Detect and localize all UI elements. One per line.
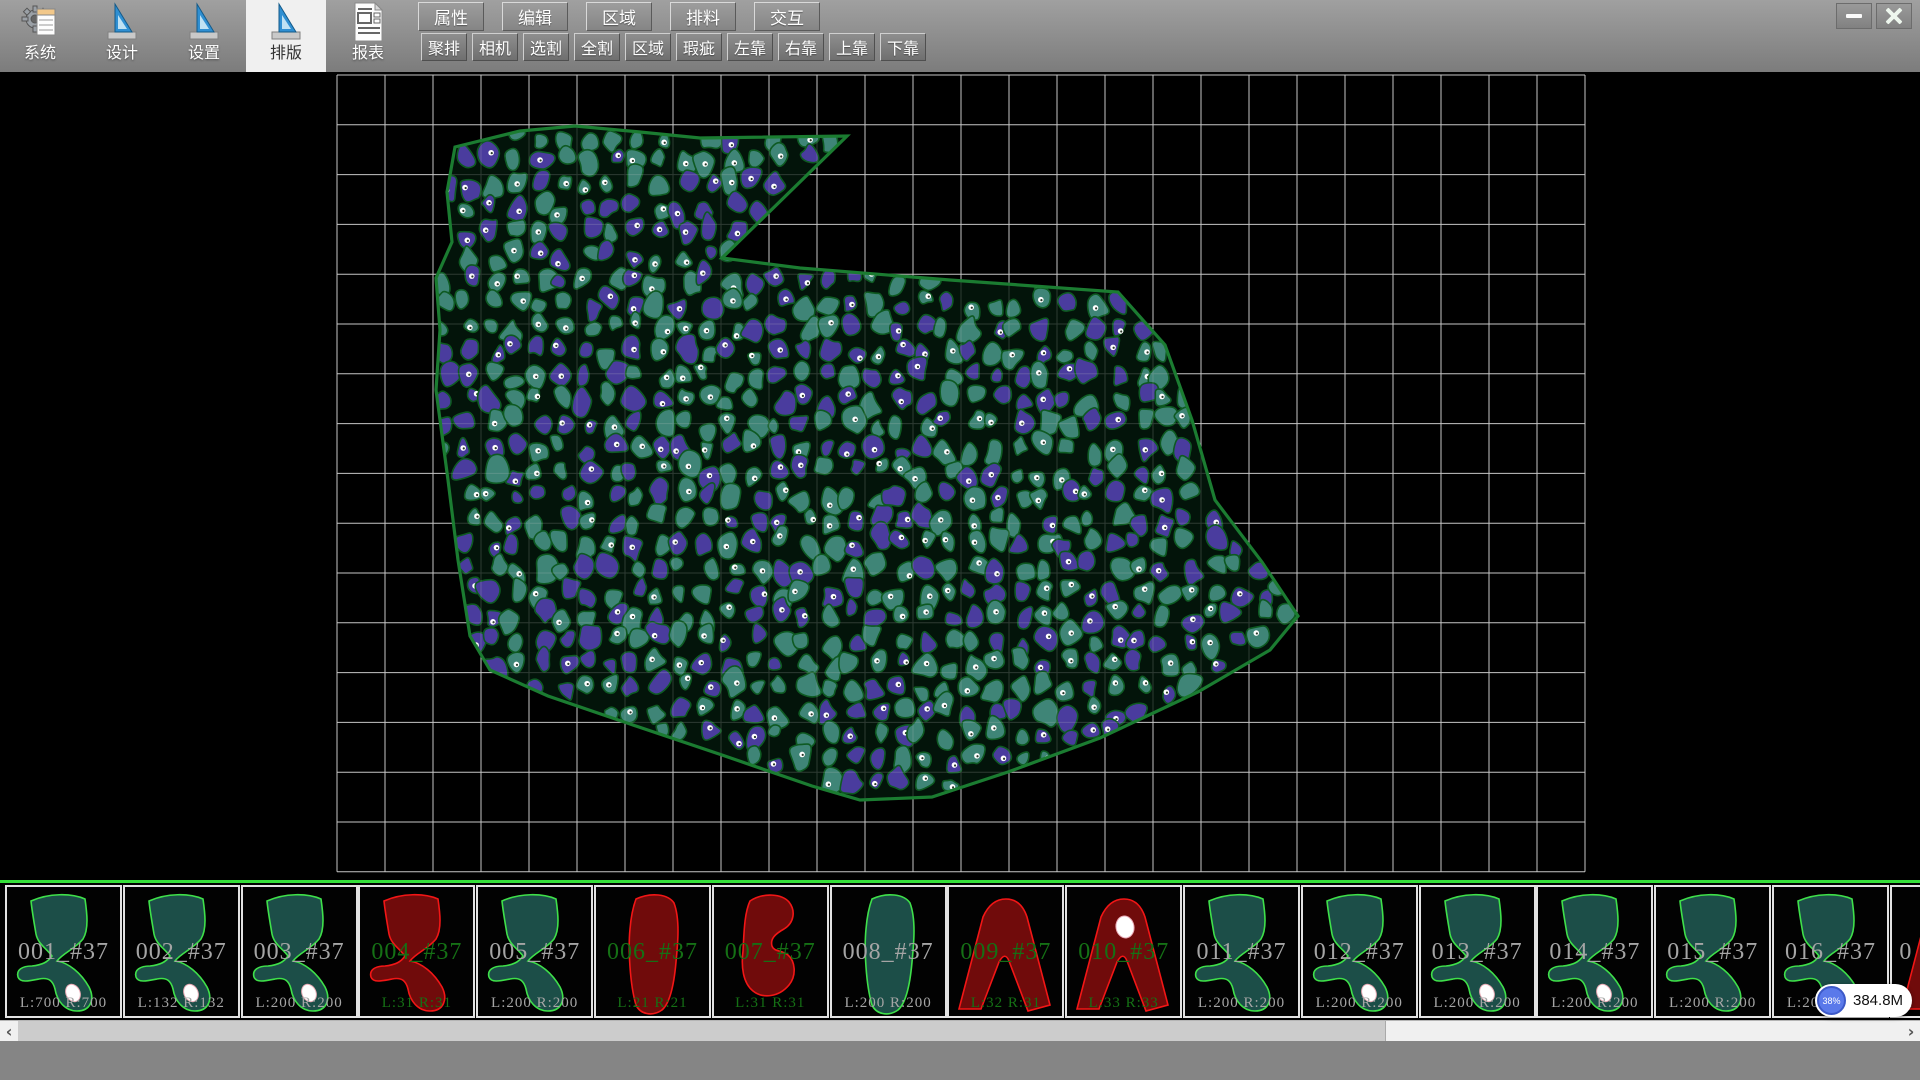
app-button-label: 设计 xyxy=(106,44,138,64)
toolbar: 系统 设计 设置 xyxy=(0,0,1920,72)
status-bar xyxy=(0,1041,1920,1080)
scroll-right-icon[interactable]: › xyxy=(1902,1021,1920,1042)
memory-value: 384.8M xyxy=(1853,992,1903,1009)
action-region[interactable]: 区域 xyxy=(625,33,671,61)
action-select-cut[interactable]: 选割 xyxy=(523,33,569,61)
piece-thumbnail-strip: 001_#37L:700 R:700002_#37L:132 R:132003_… xyxy=(0,885,1920,1018)
app-button-system[interactable]: 系统 xyxy=(0,0,80,72)
tab-edit[interactable]: 编辑 xyxy=(502,2,568,31)
thumbnail-tile[interactable]: 001_#37L:700 R:700 xyxy=(5,885,122,1018)
app-button-label: 系统 xyxy=(24,44,56,64)
memory-badge: 38% 384.8M xyxy=(1815,984,1912,1017)
action-cut-all[interactable]: 全割 xyxy=(574,33,620,61)
action-defect[interactable]: 瑕疵 xyxy=(676,33,722,61)
app-button-nesting[interactable]: 排版 xyxy=(246,0,326,72)
gear-icon xyxy=(20,0,60,44)
tab-region[interactable]: 区域 xyxy=(586,2,652,31)
thumbnail-tile[interactable]: 002_#37L:132 R:132 xyxy=(123,885,240,1018)
thumbnail-tile[interactable]: 014_#37L:200 R:200 xyxy=(1536,885,1653,1018)
action-button-row: 聚排 相机 选割 全割 区域 瑕疵 左靠 右靠 上靠 下靠 xyxy=(421,33,926,61)
action-camera[interactable]: 相机 xyxy=(472,33,518,61)
action-align-right[interactable]: 右靠 xyxy=(778,33,824,61)
strip-separator xyxy=(0,880,1920,883)
app-button-report[interactable]: 报表 xyxy=(328,0,408,72)
app-button-label: 设置 xyxy=(188,44,220,64)
thumbnail-tile[interactable]: 015_#37L:200 R:200 xyxy=(1654,885,1771,1018)
thumbnail-tile[interactable]: 008_#37L:200 R:200 xyxy=(830,885,947,1018)
report-icon xyxy=(348,0,388,44)
app-button-design[interactable]: 设计 xyxy=(82,0,162,72)
menu-tab-row: 属性 编辑 区域 排料 交互 xyxy=(418,2,820,31)
thumbnail-tile[interactable]: 011_#37L:200 R:200 xyxy=(1183,885,1300,1018)
scroll-left-icon[interactable]: ‹ xyxy=(0,1021,18,1042)
tab-properties[interactable]: 属性 xyxy=(418,2,484,31)
thumbnail-tile[interactable]: 009_#37L:32 R:31 xyxy=(947,885,1064,1018)
thumbnail-tile[interactable]: 006_#37L:21 R:21 xyxy=(594,885,711,1018)
thumbnail-tile[interactable]: 012_#37L:200 R:200 xyxy=(1301,885,1418,1018)
thumbnail-tile[interactable]: 013_#37L:200 R:200 xyxy=(1419,885,1536,1018)
thumbnail-tile[interactable]: 010_#37L:33 R:33 xyxy=(1065,885,1182,1018)
nesting-canvas[interactable] xyxy=(0,72,1920,882)
ruler-icon xyxy=(102,0,142,44)
action-align-bottom[interactable]: 下靠 xyxy=(880,33,926,61)
minimize-icon xyxy=(1846,14,1862,18)
scrollbar-thumb[interactable] xyxy=(18,1021,1386,1042)
action-align-left[interactable]: 左靠 xyxy=(727,33,773,61)
app-button-label: 排版 xyxy=(270,44,302,64)
close-icon xyxy=(1885,7,1903,25)
tab-interaction[interactable]: 交互 xyxy=(754,2,820,31)
ruler-icon xyxy=(266,0,306,44)
memory-percent-badge: 38% xyxy=(1817,986,1846,1015)
thumbnail-tile[interactable]: 004_#37L:31 R:31 xyxy=(358,885,475,1018)
thumbnail-tile[interactable]: 007_#37L:31 R:31 xyxy=(712,885,829,1018)
horizontal-scrollbar[interactable]: ‹ › xyxy=(0,1020,1920,1042)
app-button-settings[interactable]: 设置 xyxy=(164,0,244,72)
close-button[interactable] xyxy=(1876,3,1912,29)
ruler-icon xyxy=(184,0,224,44)
minimize-button[interactable] xyxy=(1836,3,1872,29)
app-button-label: 报表 xyxy=(352,44,384,64)
thumbnail-tile[interactable]: 003_#37L:200 R:200 xyxy=(241,885,358,1018)
thumbnail-tile[interactable]: 005_#37L:200 R:200 xyxy=(476,885,593,1018)
tab-nesting[interactable]: 排料 xyxy=(670,2,736,31)
application-window: 系统 设计 设置 xyxy=(0,0,1920,1080)
action-align-top[interactable]: 上靠 xyxy=(829,33,875,61)
action-cluster-nest[interactable]: 聚排 xyxy=(421,33,467,61)
